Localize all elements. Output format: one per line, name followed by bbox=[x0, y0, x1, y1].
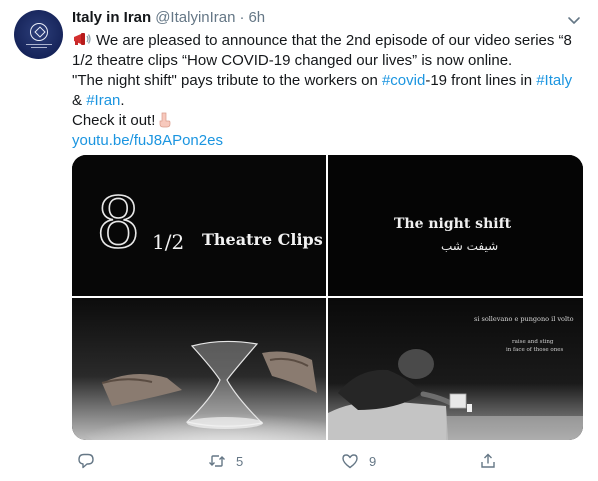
tweet-actions: 5 9 bbox=[72, 452, 586, 472]
hashtag-covid[interactable]: #covid bbox=[382, 72, 425, 89]
tweet-text-line2b: -19 front lines in bbox=[425, 72, 537, 89]
author-handle[interactable]: @ItalyinIran bbox=[155, 9, 235, 26]
media-image-theatre-clips[interactable]: 8 1/2 Theatre Clips bbox=[72, 155, 326, 296]
megaphone-emoji bbox=[74, 33, 91, 45]
author-name[interactable]: Italy in Iran bbox=[72, 9, 151, 26]
avatar[interactable] bbox=[14, 10, 63, 59]
night-shift-farsi: شیفت شب bbox=[441, 239, 498, 253]
share-button[interactable] bbox=[479, 452, 497, 470]
like-button[interactable]: 9 bbox=[341, 452, 376, 470]
avatar-text-line bbox=[25, 44, 52, 45]
share-icon bbox=[481, 453, 495, 468]
big-digit-eight: 8 bbox=[96, 182, 141, 264]
fraction-half: 1/2 bbox=[152, 230, 184, 254]
avatar-text-line bbox=[30, 47, 47, 48]
worker-photo: si sollevano e pungono il volto raise an… bbox=[328, 298, 583, 440]
tweet-text: We are pleased to announce that the 2nd … bbox=[72, 31, 586, 151]
heart-icon bbox=[342, 454, 358, 469]
media-grid: 8 1/2 Theatre Clips The night shift شیفت… bbox=[72, 155, 583, 440]
retweet-count: 5 bbox=[236, 453, 244, 469]
caption-line1: si sollevano e pungono il volto bbox=[474, 315, 574, 323]
emblem-icon bbox=[29, 23, 48, 41]
tweet-text-period: . bbox=[120, 92, 125, 109]
like-count: 9 bbox=[369, 453, 377, 469]
retweet-icon bbox=[209, 455, 225, 467]
separator-dot: · bbox=[239, 9, 245, 26]
tweet-time[interactable]: 6h bbox=[248, 9, 265, 26]
hourglass-photo bbox=[72, 298, 326, 440]
media-image-night-shift[interactable]: The night shift شیفت شب bbox=[328, 155, 583, 296]
hashtag-italy[interactable]: #Italy bbox=[536, 72, 572, 89]
media-image-hourglass[interactable] bbox=[72, 298, 326, 440]
caption-line3: in face of those ones bbox=[506, 347, 564, 353]
youtube-link[interactable]: youtu.be/fuJ8APon2es bbox=[72, 132, 223, 149]
check-it-out-text: Check it out! bbox=[72, 112, 156, 129]
hashtag-iran[interactable]: #Iran bbox=[86, 92, 120, 109]
tweet-text-line2: "The night shift" pays tribute to the wo… bbox=[72, 72, 382, 89]
caption-line2: raise and sting bbox=[512, 339, 554, 345]
theatre-clips-title-card: 8 1/2 Theatre Clips bbox=[72, 155, 326, 296]
chevron-down-icon[interactable] bbox=[566, 12, 582, 28]
theatre-clips-label: Theatre Clips bbox=[202, 230, 323, 249]
tweet-header: Italy in Iran @ItalyinIran · 6h bbox=[72, 9, 265, 29]
night-shift-title: The night shift bbox=[394, 216, 512, 232]
reply-icon bbox=[78, 453, 94, 469]
media-image-worker[interactable]: si sollevano e pungono il volto raise an… bbox=[328, 298, 583, 440]
tweet-text-amp: & bbox=[72, 92, 87, 109]
tweet-text-line1: We are pleased to announce that the 2nd … bbox=[72, 32, 572, 69]
retweet-button[interactable]: 5 bbox=[208, 452, 243, 470]
reply-button[interactable] bbox=[77, 452, 95, 470]
pointing-down-hand-emoji bbox=[160, 112, 171, 128]
tweet[interactable]: Italy in Iran @ItalyinIran · 6h We are p… bbox=[0, 0, 598, 481]
night-shift-title-card: The night shift شیفت شب bbox=[328, 155, 583, 296]
